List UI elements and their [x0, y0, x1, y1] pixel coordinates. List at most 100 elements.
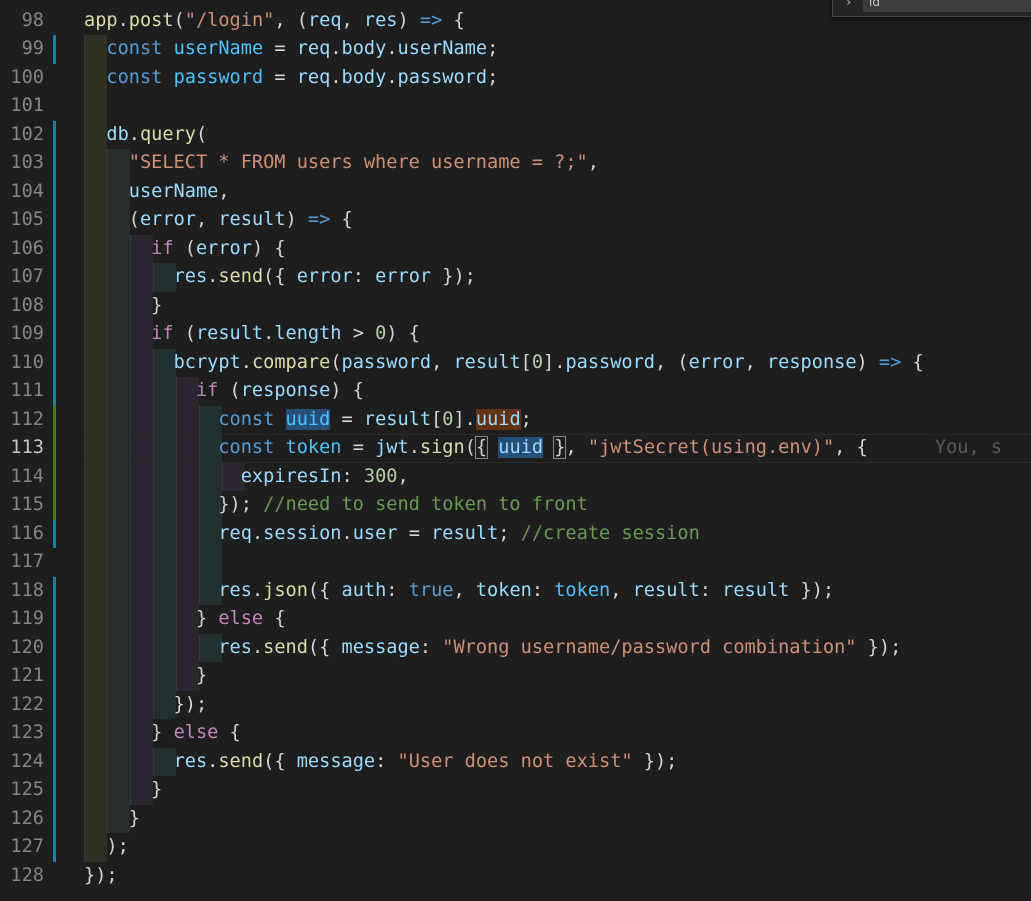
line-number[interactable]: 120 [0, 634, 44, 663]
git-modified-marker[interactable] [53, 833, 56, 862]
code-line[interactable]: 123 } else { [0, 719, 1031, 748]
line-number[interactable]: 105 [0, 206, 44, 235]
code-text[interactable]: expiresIn: 300, [84, 463, 409, 492]
code-line[interactable]: 111 if (response) { [0, 377, 1031, 406]
find-widget[interactable]: › id [832, 0, 1031, 17]
code-line[interactable]: 101 [0, 92, 1031, 121]
code-text[interactable]: db.query( [84, 121, 207, 150]
git-modified-marker[interactable] [53, 234, 56, 263]
code-text[interactable]: } [84, 662, 207, 691]
line-number[interactable]: 113 [0, 434, 44, 463]
code-line[interactable]: 107 res.send({ error: error }); [0, 263, 1031, 292]
line-number[interactable]: 109 [0, 320, 44, 349]
code-text[interactable]: res.send({ message: "Wrong username/pass… [84, 634, 901, 663]
code-line[interactable]: 127 ); [0, 833, 1031, 862]
code-text[interactable]: res.send({ error: error }); [84, 263, 476, 292]
line-number[interactable]: 128 [0, 862, 44, 891]
code-text[interactable]: const userName = req.body.userName; [84, 35, 498, 64]
line-number[interactable]: 100 [0, 64, 44, 93]
code-text[interactable]: } else { [84, 605, 286, 634]
code-line[interactable]: 126 } [0, 804, 1031, 834]
git-modified-marker[interactable] [53, 263, 56, 292]
code-text[interactable]: ); [84, 833, 128, 862]
line-number[interactable]: 99 [0, 35, 44, 64]
code-text[interactable]: bcrypt.compare(password, result[0].passw… [84, 349, 924, 378]
git-modified-marker[interactable] [53, 177, 56, 206]
code-text[interactable]: (error, result) => { [84, 206, 353, 235]
line-number[interactable]: 111 [0, 377, 44, 406]
code-text[interactable]: if (response) { [84, 377, 364, 406]
code-text[interactable]: } else { [84, 719, 241, 748]
git-added-marker[interactable] [53, 434, 56, 463]
git-modified-marker[interactable] [53, 633, 56, 662]
code-line[interactable]: 115 }); //need to send token to front [0, 491, 1031, 520]
line-number[interactable]: 107 [0, 263, 44, 292]
git-modified-marker[interactable] [53, 120, 56, 149]
code-text[interactable]: const password = req.body.password; [84, 64, 498, 93]
line-number[interactable]: 127 [0, 833, 44, 862]
git-added-marker[interactable] [53, 491, 56, 520]
line-number[interactable]: 112 [0, 406, 44, 435]
git-modified-marker[interactable] [53, 719, 56, 748]
code-line[interactable]: 118 res.json({ auth: true, token: token,… [0, 576, 1031, 606]
line-number[interactable]: 108 [0, 292, 44, 321]
code-line[interactable]: 100 const password = req.body.password; [0, 63, 1031, 93]
chevron-right-icon[interactable]: › [845, 0, 852, 10]
line-number[interactable]: 123 [0, 719, 44, 748]
code-line[interactable]: 104 userName, [0, 177, 1031, 207]
line-number[interactable]: 101 [0, 92, 44, 121]
code-line[interactable]: 110 bcrypt.compare(password, result[0].p… [0, 348, 1031, 378]
git-added-marker[interactable] [53, 462, 56, 491]
git-modified-marker[interactable] [53, 35, 56, 64]
line-number[interactable]: 118 [0, 577, 44, 606]
code-line[interactable]: 117 [0, 548, 1031, 577]
line-number[interactable]: 126 [0, 805, 44, 834]
code-line[interactable]: 102 db.query( [0, 120, 1031, 150]
line-number[interactable]: 104 [0, 178, 44, 207]
git-modified-marker[interactable] [53, 320, 56, 349]
git-added-marker[interactable] [53, 405, 56, 434]
git-modified-marker[interactable] [53, 662, 56, 691]
code-line[interactable]: 116 req.session.user = result; //create … [0, 519, 1031, 549]
git-modified-marker[interactable] [53, 576, 56, 605]
code-line[interactable]: 122 }); [0, 690, 1031, 720]
code-line[interactable]: 99 const userName = req.body.userName; [0, 35, 1031, 64]
code-text[interactable]: } [84, 776, 162, 805]
git-modified-marker[interactable] [53, 605, 56, 634]
line-number[interactable]: 98 [0, 7, 44, 36]
git-modified-marker[interactable] [53, 348, 56, 377]
code-line[interactable]: 124 res.send({ message: "User does not e… [0, 747, 1031, 777]
line-number[interactable]: 106 [0, 235, 44, 264]
code-line[interactable]: 112 const uuid = result[0].uuid; [0, 405, 1031, 435]
line-number[interactable]: 116 [0, 520, 44, 549]
line-number[interactable]: 110 [0, 349, 44, 378]
git-modified-marker[interactable] [53, 776, 56, 805]
code-text[interactable]: if (result.length > 0) { [84, 320, 420, 349]
git-modified-marker[interactable] [53, 690, 56, 719]
code-text[interactable]: res.json({ auth: true, token: token, res… [84, 577, 834, 606]
git-modified-marker[interactable] [53, 519, 56, 548]
code-line[interactable]: 119 } else { [0, 605, 1031, 634]
code-text[interactable]: }); [84, 691, 208, 720]
code-line[interactable]: 108 } [0, 291, 1031, 321]
line-number[interactable]: 121 [0, 662, 44, 691]
line-number[interactable]: 115 [0, 491, 44, 520]
code-line[interactable]: 121 } [0, 662, 1031, 691]
line-number[interactable]: 122 [0, 691, 44, 720]
code-line[interactable]: 106 if (error) { [0, 234, 1031, 264]
git-modified-marker[interactable] [53, 804, 56, 833]
code-line[interactable]: 120 res.send({ message: "Wrong username/… [0, 633, 1031, 663]
line-number[interactable]: 125 [0, 776, 44, 805]
line-number[interactable]: 124 [0, 748, 44, 777]
find-input[interactable]: id [863, 0, 1031, 12]
code-editor[interactable]: 98 app.post("/login", (req, res) => {99 c… [0, 0, 1031, 901]
code-text[interactable]: app.post("/login", (req, res) => { [84, 7, 465, 36]
code-text[interactable]: req.session.user = result; //create sess… [84, 520, 699, 549]
git-modified-marker[interactable] [53, 377, 56, 406]
code-text[interactable]: if (error) { [84, 235, 285, 264]
code-text[interactable]: const uuid = result[0].uuid; [84, 406, 532, 435]
code-line[interactable]: 109 if (result.length > 0) { [0, 320, 1031, 349]
code-text[interactable]: } [84, 805, 140, 834]
line-number[interactable]: 117 [0, 548, 44, 577]
code-text[interactable]: } [84, 292, 162, 321]
